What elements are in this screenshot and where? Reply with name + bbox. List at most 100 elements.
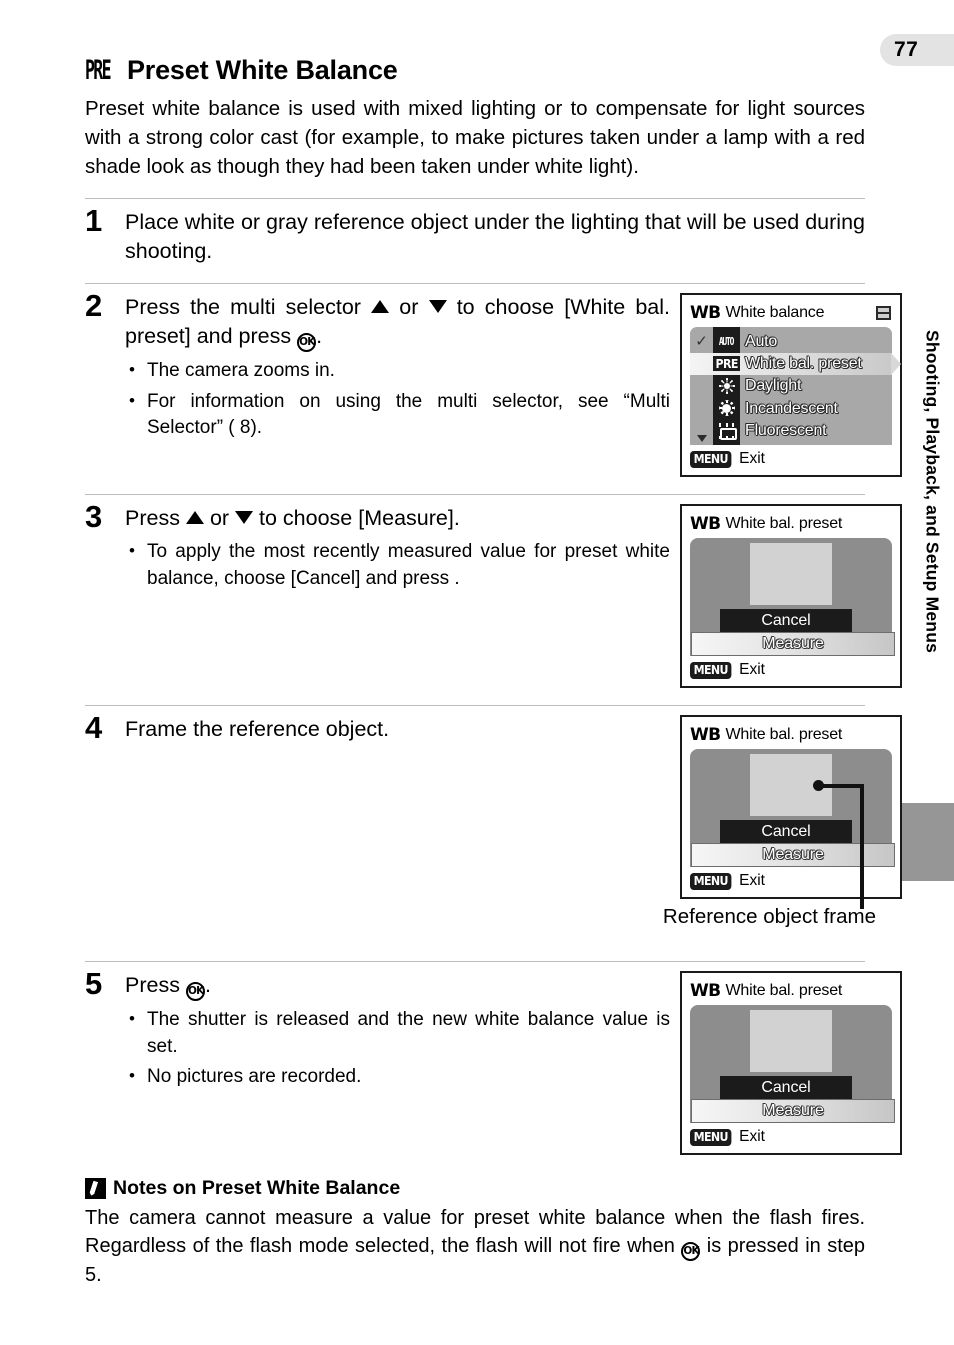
screen-white-bal-preset-3: WB White bal. preset Cancel Measure MENU…	[680, 971, 902, 1156]
divider	[85, 494, 865, 496]
ok-button-icon: OK	[681, 1242, 701, 1262]
callout-label: Reference object frame	[662, 905, 876, 929]
cancel-button[interactable]: Cancel	[720, 820, 852, 844]
scroll-down-icon[interactable]	[697, 435, 707, 443]
menu-badge: MENU	[690, 1128, 732, 1146]
measure-panel: Cancel Measure	[690, 1005, 895, 1124]
screen-title: White bal. preset	[725, 726, 843, 744]
list-item: The camera zooms in.	[125, 358, 670, 384]
step-lead-part-a: Press the multi selector	[125, 295, 361, 320]
wb-icon: WB	[690, 303, 721, 324]
step-lead-part-a: Press	[125, 506, 180, 531]
screen-footer: MENU Exit	[690, 1127, 892, 1147]
triangle-down-icon	[235, 511, 254, 525]
pencil-icon	[85, 1178, 106, 1200]
screen-title: White bal. preset	[725, 982, 843, 1000]
step-number: 5	[85, 966, 103, 1002]
reference-object-frame	[750, 1010, 832, 1073]
step-lead-part-d: .	[204, 973, 211, 998]
page-title-row: PRE Preset White Balance	[85, 55, 865, 86]
menu-item-daylight[interactable]: Daylight	[690, 375, 892, 397]
step-5: 5 Press OK. The shutter is released and …	[85, 966, 902, 1156]
step-number: 1	[85, 203, 103, 239]
screen-header: WB White bal. preset	[690, 724, 892, 746]
callout-leader-vertical	[860, 783, 864, 909]
step-3: 3 Press or to choose [Measure]. To apply…	[85, 501, 902, 689]
notes-body: The camera cannot measure a value for pr…	[85, 1204, 865, 1289]
pre-icon: PRE	[85, 54, 112, 86]
notes-header: Notes on Preset White Balance	[85, 1177, 865, 1200]
measure-button[interactable]: Measure	[691, 843, 895, 868]
list-item: To apply the most recently measured valu…	[125, 539, 670, 591]
page-title: Preset White Balance	[127, 55, 398, 85]
screen-header: WB White bal. preset	[690, 980, 892, 1002]
step-number: 4	[85, 710, 103, 746]
page-number: 77	[894, 38, 919, 61]
screen-header: WB White balance	[690, 302, 892, 324]
section-label-vertical: Shooting, Playback, and Setup Menus	[915, 330, 949, 810]
menu-item-label: Daylight	[745, 377, 802, 395]
section-label: Shooting, Playback, and Setup Menus	[922, 330, 943, 654]
screen-footer-label: Exit	[739, 1128, 765, 1146]
divider	[85, 198, 865, 200]
reference-object-frame	[750, 543, 832, 606]
screen-white-balance: WB White balance ✓ AUTO Auto PRE White b…	[680, 293, 902, 478]
step-lead-part-b: or	[209, 506, 230, 531]
divider	[85, 705, 865, 707]
menu-item-label: Auto	[745, 332, 778, 350]
page-number-pill: 77	[880, 34, 954, 66]
menu-item-incandescent[interactable]: Incandescent	[690, 398, 892, 420]
menu-item-auto[interactable]: ✓ AUTO Auto	[690, 330, 892, 352]
divider	[85, 283, 865, 285]
sun-icon	[713, 377, 740, 395]
lightbulb-icon	[713, 400, 740, 418]
list-item-text: For information on using the multi selec…	[147, 390, 670, 438]
step-number: 2	[85, 288, 103, 324]
triangle-up-icon	[371, 300, 390, 314]
screen-footer-label: Exit	[739, 450, 765, 468]
list-item: No pictures are recorded.	[125, 1064, 670, 1090]
ok-button-icon: OK	[185, 982, 205, 1002]
screen-white-bal-preset-2: WB White bal. preset Cancel Measure MENU…	[680, 715, 902, 900]
list-item-text: To apply the most recently measured valu…	[147, 541, 670, 589]
step-lead: Frame the reference object.	[125, 717, 390, 742]
step-2-bullets: The camera zooms in. For information on …	[125, 358, 670, 441]
menu-item-label: Incandescent	[745, 399, 838, 417]
menu-badge: MENU	[690, 872, 732, 890]
measure-button[interactable]: Measure	[691, 632, 895, 657]
list-item: The shutter is released and the new whit…	[125, 1007, 670, 1059]
page-content: PRE Preset White Balance Preset white ba…	[85, 0, 902, 1289]
menu-badge: MENU	[690, 661, 732, 679]
measure-panel: Cancel Measure	[690, 538, 895, 657]
divider	[85, 961, 865, 963]
menu-item-white-bal-preset[interactable]: PRE White bal. preset	[690, 352, 901, 376]
measure-button[interactable]: Measure	[691, 1099, 895, 1124]
check-icon: ✓	[695, 333, 708, 351]
auto-icon: AUTO	[719, 335, 735, 349]
callout-leader-horizontal	[818, 783, 864, 788]
step-1: 1 Place white or gray reference object u…	[85, 203, 865, 266]
pre-icon: PRE	[713, 356, 740, 372]
notes-title: Notes on Preset White Balance	[113, 1177, 401, 1200]
triangle-up-icon	[185, 511, 204, 525]
step-lead: Place white or gray reference object und…	[125, 210, 865, 264]
screen-footer-label: Exit	[739, 661, 765, 679]
screen-title: White balance	[725, 304, 825, 322]
step-2: 2 Press the multi selector or to choose …	[85, 288, 902, 478]
window-icon	[876, 306, 891, 321]
step-lead: Press the multi selector or to choose [W…	[125, 293, 670, 353]
menu-list-panel: ✓ AUTO Auto PRE White bal. preset Daylig…	[690, 327, 901, 446]
triangle-down-icon	[428, 300, 447, 314]
wb-icon: WB	[690, 514, 721, 535]
step-lead: Press OK.	[125, 971, 670, 1002]
screen-footer-label: Exit	[739, 872, 765, 890]
menu-badge: MENU	[690, 450, 732, 468]
intro-paragraph: Preset white balance is used with mixed …	[85, 97, 865, 179]
list-item: For information on using the multi selec…	[125, 389, 670, 441]
step-lead-part-a: Press	[125, 973, 180, 998]
menu-item-fluorescent[interactable]: Fluorescent	[690, 420, 892, 442]
cancel-button[interactable]: Cancel	[720, 1076, 852, 1100]
ok-button-icon: OK	[297, 333, 317, 353]
cancel-button[interactable]: Cancel	[720, 609, 852, 633]
menu-item-label: White bal. preset	[745, 354, 862, 372]
